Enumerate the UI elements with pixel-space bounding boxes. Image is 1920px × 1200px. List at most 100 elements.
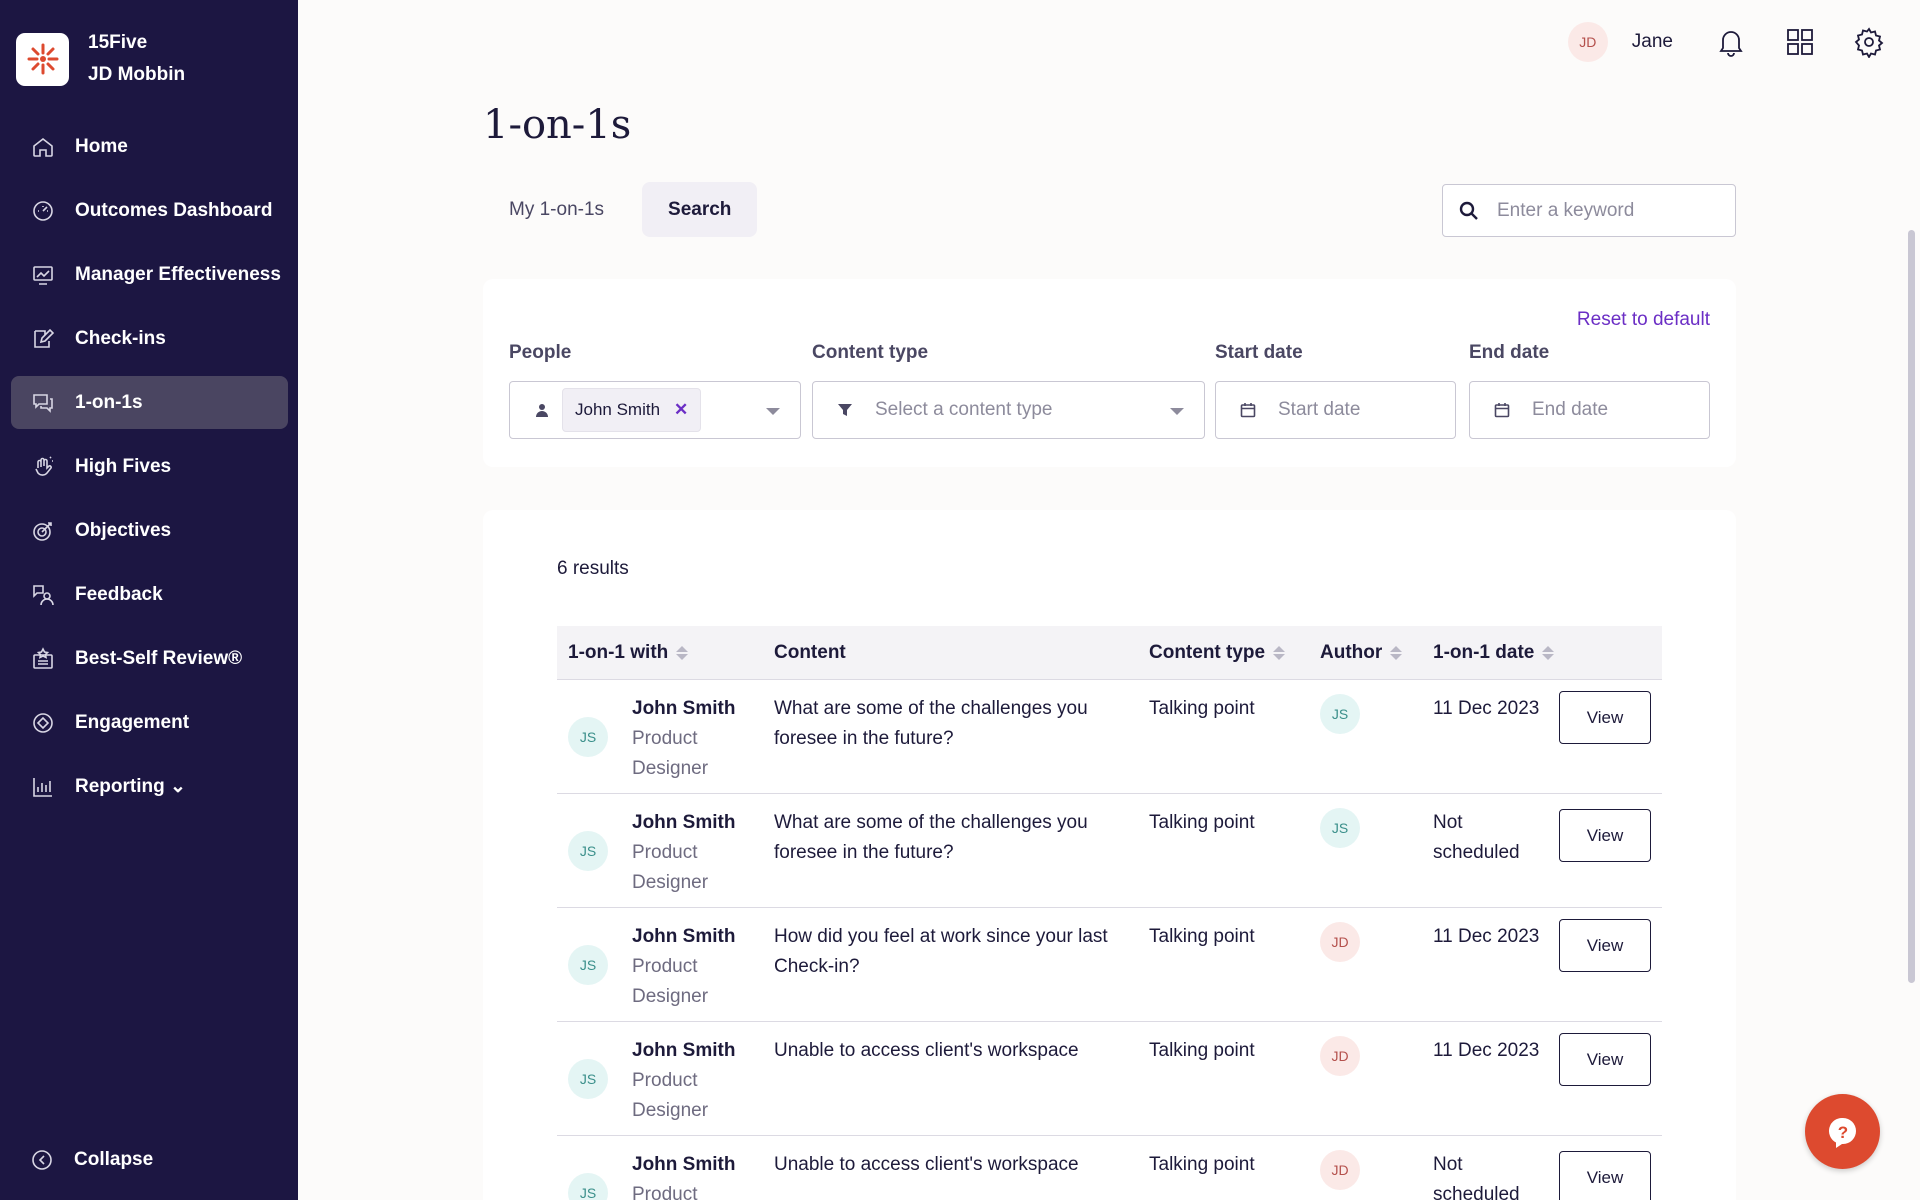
current-user-name: JD Mobbin — [88, 64, 186, 85]
table-header: 1-on-1 with Content Content type Author … — [557, 626, 1662, 680]
people-chip-label: John Smith — [575, 400, 661, 419]
column-header-date[interactable]: 1-on-1 date — [1433, 642, 1555, 664]
review-icon — [30, 646, 56, 672]
view-button[interactable]: View — [1559, 691, 1651, 744]
user-name[interactable]: Jane — [1632, 31, 1673, 53]
sidebar-item-manager-effectiveness[interactable]: Manager Effectiveness — [11, 248, 288, 301]
sidebar-item-outcomes-dashboard[interactable]: Outcomes Dashboard — [11, 184, 288, 237]
help-chat-button[interactable]: ? — [1805, 1094, 1880, 1169]
participant-role: Product Designer — [632, 728, 709, 779]
column-label: 1-on-1 with — [568, 641, 669, 663]
filter-icon — [838, 404, 852, 416]
sidebar-item-reporting[interactable]: Reporting ⌄ — [11, 760, 288, 813]
content-type-placeholder: Select a content type — [875, 399, 1053, 420]
sidebar-item-check-ins[interactable]: Check-ins — [11, 312, 288, 365]
content-type-label: Content type — [812, 342, 929, 363]
people-chip: John Smith ✕ — [562, 388, 702, 432]
column-label: Content — [774, 641, 846, 663]
column-header-content: Content — [774, 642, 846, 664]
reset-to-default-link[interactable]: Reset to default — [1577, 309, 1710, 331]
sidebar-item-1-on-1s[interactable]: 1-on-1s — [11, 376, 288, 429]
content-type-select[interactable]: Select a content type — [812, 381, 1205, 439]
content-text: Unable to access client's workspace — [774, 1154, 1079, 1175]
view-button[interactable]: View — [1559, 919, 1651, 972]
sidebar-item-high-fives[interactable]: High Fives — [11, 440, 288, 493]
one-on-one-date: 11 Dec 2023 — [1433, 926, 1540, 947]
sidebar-item-label: Feedback — [75, 583, 163, 605]
page-scrollbar[interactable] — [1908, 230, 1915, 983]
participant-role: Product Designer — [632, 956, 709, 1007]
start-date-input[interactable]: Start date — [1215, 381, 1456, 439]
chart-board-icon — [30, 262, 56, 288]
column-header-author[interactable]: Author — [1320, 641, 1403, 664]
start-date-placeholder: Start date — [1278, 399, 1361, 420]
table-row: JS John Smith Product Designer What are … — [557, 680, 1662, 794]
search-icon — [1459, 201, 1478, 220]
apps-grid-icon[interactable] — [1782, 24, 1818, 60]
sidebar-item-label: Check-ins — [75, 327, 166, 349]
column-label: Author — [1320, 641, 1383, 663]
sidebar-item-label: Engagement — [75, 711, 190, 733]
page-title: 1-on-1s — [483, 102, 632, 148]
content-text: Unable to access client's workspace — [774, 1040, 1079, 1061]
feedback-icon — [30, 582, 56, 608]
sidebar-nav: Home Outcomes Dashboard Manager Effectiv… — [11, 120, 288, 824]
column-header-content-type[interactable]: Content type — [1149, 641, 1286, 664]
edit-icon — [30, 326, 56, 352]
company-logo-icon — [16, 32, 69, 86]
participant-avatar: JS — [568, 717, 608, 757]
collapse-label: Collapse — [74, 1149, 154, 1170]
content-text: What are some of the challenges you fore… — [774, 812, 1088, 863]
sidebar-item-feedback[interactable]: Feedback — [11, 568, 288, 621]
sidebar-item-label: Objectives — [75, 519, 172, 541]
content-type: Talking point — [1149, 812, 1255, 833]
sort-icon — [1542, 645, 1555, 660]
chevron-down-icon — [766, 408, 780, 415]
topbar: JD Jane — [1567, 20, 1920, 64]
table-row: JS John Smith Product Designer What are … — [557, 794, 1662, 908]
bar-chart-icon — [30, 774, 56, 800]
content-type: Talking point — [1149, 1154, 1255, 1175]
content-type: Talking point — [1149, 926, 1255, 947]
people-select[interactable]: John Smith ✕ — [509, 381, 801, 439]
company-name: 15Five — [88, 32, 148, 53]
sidebar-item-best-self-review[interactable]: Best-Self Review® — [11, 632, 288, 685]
participant-name: John Smith — [632, 698, 736, 719]
sidebar-item-home[interactable]: Home — [11, 120, 288, 173]
user-avatar[interactable]: JD — [1567, 22, 1608, 62]
view-button[interactable]: View — [1559, 809, 1651, 862]
keyword-search-input[interactable] — [1497, 199, 1717, 222]
column-header-with[interactable]: 1-on-1 with — [568, 641, 689, 664]
tabs: My 1-on-1s Search — [483, 182, 769, 237]
participant-name: John Smith — [632, 1154, 736, 1175]
view-button[interactable]: View — [1559, 1033, 1651, 1086]
end-date-placeholder: End date — [1532, 399, 1609, 420]
sidebar-item-label: High Fives — [75, 455, 172, 477]
tab-search[interactable]: Search — [642, 182, 758, 237]
sidebar-item-objectives[interactable]: Objectives — [11, 504, 288, 557]
participant-role: Product Designer — [632, 1184, 698, 1200]
column-label: Content type — [1149, 641, 1266, 663]
table-row: JS John Smith Product Designer Unable to… — [557, 1136, 1662, 1200]
results-count: 6 results — [557, 558, 629, 579]
sidebar-item-engagement[interactable]: Engagement — [11, 696, 288, 749]
author-avatar: JD — [1320, 1150, 1360, 1190]
help-chat-icon: ? — [1828, 1117, 1856, 1148]
hand-icon — [30, 454, 56, 480]
brand[interactable]: 15Five JD Mobbin — [16, 27, 185, 91]
author-avatar: JD — [1320, 1036, 1360, 1076]
sidebar: 15Five JD Mobbin Home Outcomes Dashboard… — [0, 0, 298, 1200]
collapse-button[interactable]: Collapse — [30, 1148, 153, 1172]
participant-avatar: JS — [568, 831, 608, 871]
end-date-input[interactable]: End date — [1469, 381, 1710, 439]
results-panel: 6 results 1-on-1 with Content Content ty… — [483, 510, 1736, 1200]
sort-icon — [676, 645, 689, 660]
remove-chip-icon[interactable]: ✕ — [674, 400, 688, 420]
content-text: What are some of the challenges you fore… — [774, 698, 1088, 749]
sort-icon — [1273, 645, 1286, 660]
gear-icon[interactable] — [1851, 24, 1887, 60]
view-button[interactable]: View — [1559, 1151, 1651, 1200]
bell-icon[interactable] — [1713, 24, 1749, 60]
tab-my-1-on-1s[interactable]: My 1-on-1s — [483, 182, 630, 237]
start-date-label: Start date — [1215, 342, 1303, 363]
